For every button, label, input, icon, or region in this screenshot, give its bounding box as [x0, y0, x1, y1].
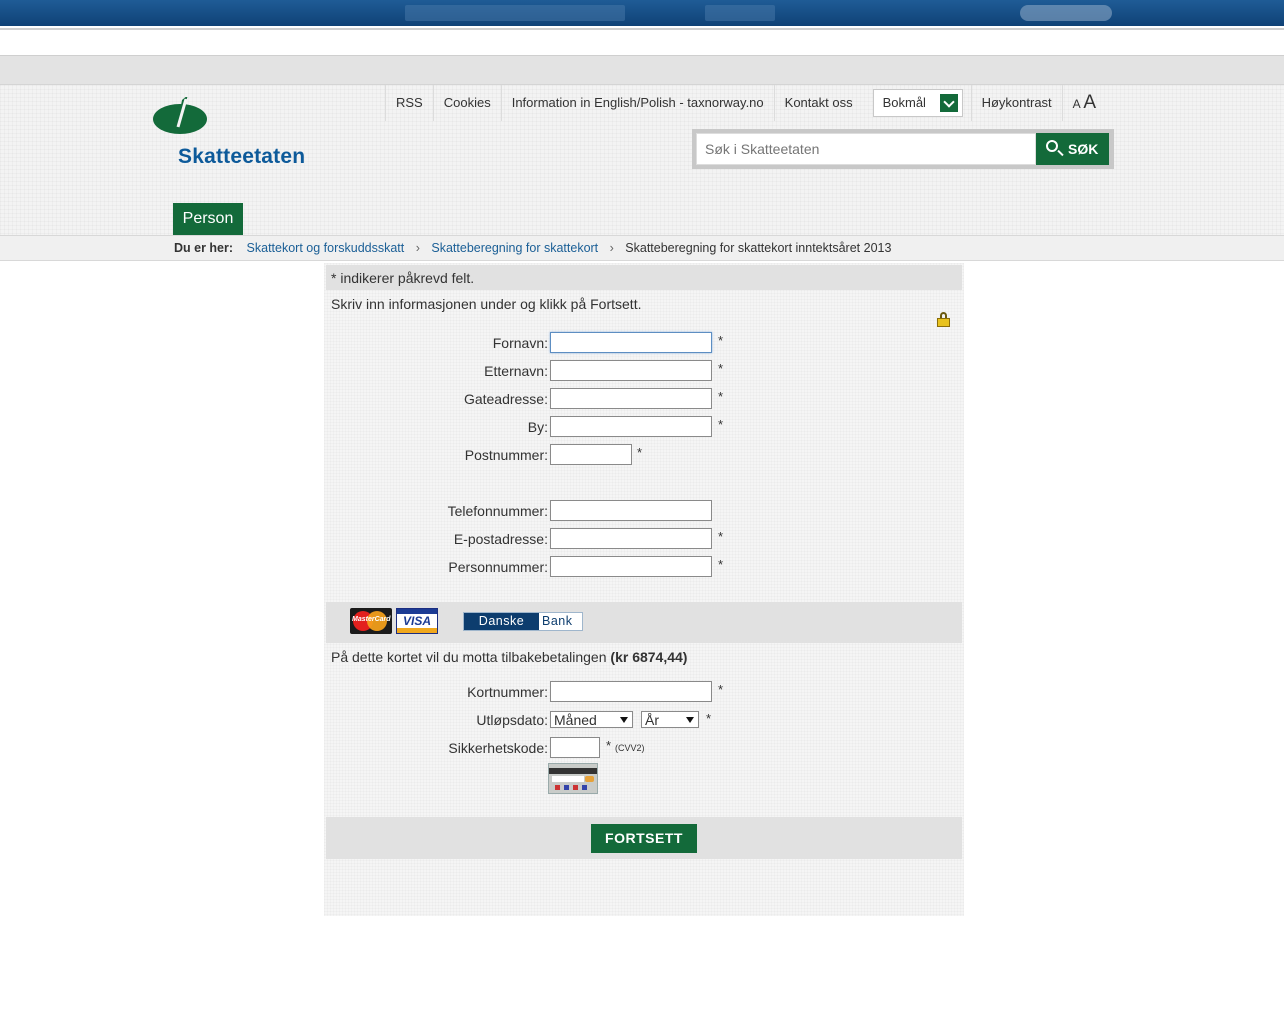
language-selected: Bokmål [882, 95, 926, 110]
mastercard-logo: MasterCard [350, 608, 392, 634]
kortnummer-label: Kortnummer: [467, 684, 548, 700]
refund-info: På dette kortet vil du motta tilbakebeta… [331, 649, 687, 665]
etternavn-input[interactable] [550, 360, 712, 381]
required-star: * [718, 361, 724, 376]
required-star: * [718, 682, 724, 697]
required-star: * [718, 333, 724, 348]
required-star: * [637, 445, 643, 460]
required-star: * [606, 738, 612, 753]
personnummer-label: Personnummer: [448, 559, 548, 575]
font-size-toggle[interactable]: A A [1061, 85, 1106, 121]
language-select[interactable]: Bokmål [872, 89, 963, 117]
danske-text: Danske [464, 613, 539, 630]
breadcrumb-separator: › [415, 241, 420, 255]
search-button-label: SØK [1068, 141, 1099, 157]
postnummer-label: Postnummer: [464, 447, 548, 463]
submit-bar: FORTSETT [326, 817, 962, 859]
breadcrumb-separator: › [609, 241, 614, 255]
etternavn-label: Etternavn: [484, 363, 548, 379]
toolbar-band [0, 55, 1284, 85]
search-input[interactable] [696, 133, 1036, 165]
postnummer-input[interactable] [550, 444, 632, 465]
tab-person[interactable]: Person [173, 203, 243, 235]
divider [0, 28, 1284, 30]
sikkerhetskode-label: Sikkerhetskode: [448, 740, 548, 756]
kortnummer-input[interactable] [550, 681, 712, 702]
visa-text: VISA [402, 614, 431, 628]
breadcrumb: Du er her: Skattekort og forskuddsskatt … [0, 235, 1284, 261]
search-icon [1046, 140, 1058, 152]
refund-amount: (kr 6874,44) [610, 649, 688, 665]
refund-text: På dette kortet vil du motta tilbakebeta… [331, 649, 607, 665]
telefon-label: Telefonnummer: [447, 503, 548, 519]
mastercard-text: MasterCard [352, 616, 391, 623]
chevron-down-icon [939, 94, 958, 112]
font-small[interactable]: A [1073, 97, 1080, 111]
browser-top-bar [0, 0, 1284, 26]
breadcrumb-label: Du er her: [174, 241, 234, 255]
required-star: * [718, 389, 724, 404]
form-instruction: Skriv inn informasjonen under og klikk p… [331, 296, 642, 312]
by-label: By: [527, 419, 548, 435]
gateadresse-input[interactable] [550, 388, 712, 409]
fortsett-button[interactable]: FORTSETT [591, 824, 697, 853]
expiry-month-select[interactable]: Måned [550, 711, 633, 728]
dropdown-arrow-icon [620, 717, 628, 723]
required-note: * indikerer påkrevd felt. [331, 270, 475, 286]
nav-kontakt-oss[interactable]: Kontakt oss [773, 85, 863, 121]
epost-label: E-postadresse: [453, 531, 548, 547]
nav-english-polish[interactable]: Information in English/Polish - taxnorwa… [500, 85, 774, 121]
lock-icon [937, 312, 950, 327]
card-logos-bar: MasterCard VISA Danske Bank [326, 602, 962, 643]
search-button[interactable]: SØK [1036, 133, 1109, 165]
dropdown-arrow-icon [686, 717, 694, 723]
logo-text: Skatteetaten [178, 145, 306, 168]
fornavn-input[interactable] [550, 332, 712, 353]
visa-logo: VISA [396, 608, 438, 634]
year-selected: År [645, 712, 659, 728]
blurred-tab [405, 5, 625, 21]
top-navigation: RSS Cookies Information in English/Polis… [385, 85, 1106, 121]
by-input[interactable] [550, 416, 712, 437]
cvv-input[interactable] [550, 737, 600, 758]
logo-mark-icon [153, 97, 207, 134]
personnummer-input[interactable] [550, 556, 712, 577]
utlopsdato-label: Utløpsdato: [476, 712, 548, 728]
breadcrumb-link-skatteberegning[interactable]: Skatteberegning for skattekort [431, 241, 598, 255]
required-star: * [718, 557, 724, 572]
telefon-input[interactable] [550, 500, 712, 521]
required-star: * [718, 417, 724, 432]
month-selected: Måned [554, 712, 597, 728]
blurred-control [1020, 5, 1112, 21]
required-star: * [718, 529, 724, 544]
search-box: SØK [692, 129, 1114, 169]
fornavn-label: Fornavn: [492, 335, 548, 351]
bank-text: Bank [542, 614, 573, 628]
skatteetaten-logo[interactable]: Skatteetaten [152, 97, 312, 172]
nav-rss[interactable]: RSS [385, 85, 433, 121]
required-star: * [706, 711, 712, 726]
gateadresse-label: Gateadresse: [463, 391, 548, 407]
expiry-year-select[interactable]: År [641, 711, 699, 728]
font-large[interactable]: A [1083, 92, 1096, 113]
nav-cookies[interactable]: Cookies [432, 85, 501, 121]
breadcrumb-current: Skatteberegning for skattekort inntektså… [625, 241, 892, 255]
blurred-tab [705, 5, 775, 21]
site-header: Skatteetaten RSS Cookies Information in … [0, 85, 1284, 235]
breadcrumb-link-skattekort[interactable]: Skattekort og forskuddsskatt [247, 241, 405, 255]
nav-hoykontrast[interactable]: Høykontrast [970, 85, 1062, 121]
payment-form: * indikerer påkrevd felt. Skriv inn info… [324, 263, 964, 916]
epost-input[interactable] [550, 528, 712, 549]
card-back-cvv-image [548, 763, 598, 794]
danske-bank-logo: Danske Bank [463, 612, 583, 631]
cvv-note: (CVV2) [615, 743, 645, 753]
